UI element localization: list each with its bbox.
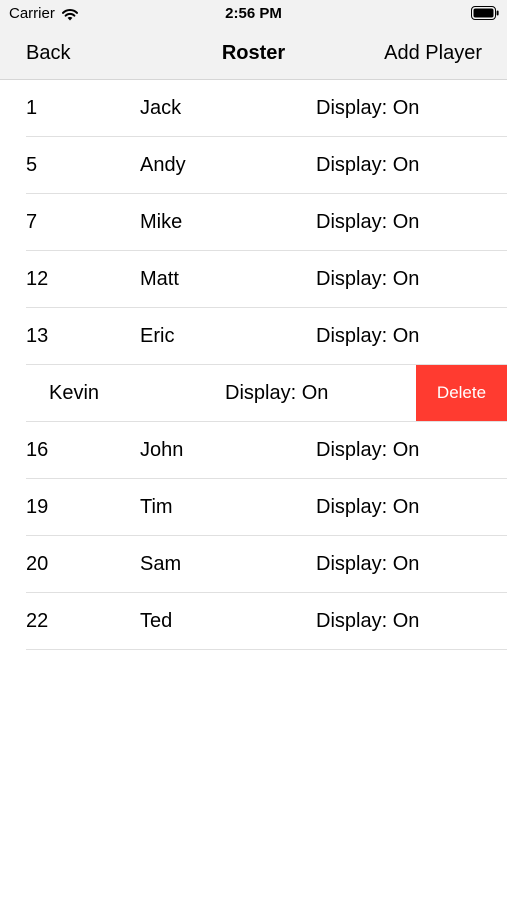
player-row-jack[interactable]: 1 Jack Display: On (0, 80, 507, 137)
player-name: Tim (140, 496, 173, 518)
player-number: 12 (26, 268, 49, 290)
delete-button[interactable]: Delete (416, 365, 507, 421)
player-display-status: Display: On (316, 268, 420, 290)
add-player-button[interactable]: Add Player (384, 26, 482, 80)
player-number: 5 (26, 154, 38, 176)
player-number: 16 (26, 439, 49, 461)
player-display-status: Display: On (316, 439, 420, 461)
player-name: Andy (140, 154, 186, 176)
player-number: 1 (26, 97, 38, 119)
player-row-tim[interactable]: 19 Tim Display: On (0, 479, 507, 536)
player-name: Mike (140, 211, 183, 233)
player-name: Ted (140, 610, 173, 632)
player-number: 13 (26, 325, 49, 347)
back-button[interactable]: Back (26, 26, 70, 80)
player-name: Sam (140, 553, 182, 575)
player-display-status: Display: On (225, 382, 329, 404)
player-row-kevin[interactable]: Kevin Display: On Delete (0, 365, 507, 422)
player-display-status: Display: On (316, 496, 420, 518)
player-display-status: Display: On (316, 154, 420, 176)
player-row-matt[interactable]: 12 Matt Display: On (0, 251, 507, 308)
player-name: Matt (140, 268, 179, 290)
player-name: Kevin (49, 382, 100, 404)
player-row-mike[interactable]: 7 Mike Display: On (0, 194, 507, 251)
player-number: 19 (26, 496, 49, 518)
player-row-john[interactable]: 16 John Display: On (0, 422, 507, 479)
player-row-andy[interactable]: 5 Andy Display: On (0, 137, 507, 194)
player-row-eric[interactable]: 13 Eric Display: On (0, 308, 507, 365)
player-name: John (140, 439, 184, 461)
player-display-status: Display: On (316, 610, 420, 632)
roster-list: 1 Jack Display: On 5 Andy Display: On 7 … (0, 80, 507, 650)
status-time: 2:56 PM (225, 5, 282, 22)
player-display-status: Display: On (316, 97, 420, 119)
player-number: 7 (26, 211, 38, 233)
status-bar: Carrier 2:56 PM (0, 0, 507, 26)
player-row-sam[interactable]: 20 Sam Display: On (0, 536, 507, 593)
battery-icon (471, 6, 499, 20)
player-number: 20 (26, 553, 49, 575)
player-name: Eric (140, 325, 175, 347)
player-display-status: Display: On (316, 325, 420, 347)
player-display-status: Display: On (316, 211, 420, 233)
navigation-bar: Back Roster Add Player (0, 26, 507, 80)
player-name: Jack (140, 97, 182, 119)
player-display-status: Display: On (316, 553, 420, 575)
player-row-ted[interactable]: 22 Ted Display: On (0, 593, 507, 650)
player-number: 22 (26, 610, 49, 632)
